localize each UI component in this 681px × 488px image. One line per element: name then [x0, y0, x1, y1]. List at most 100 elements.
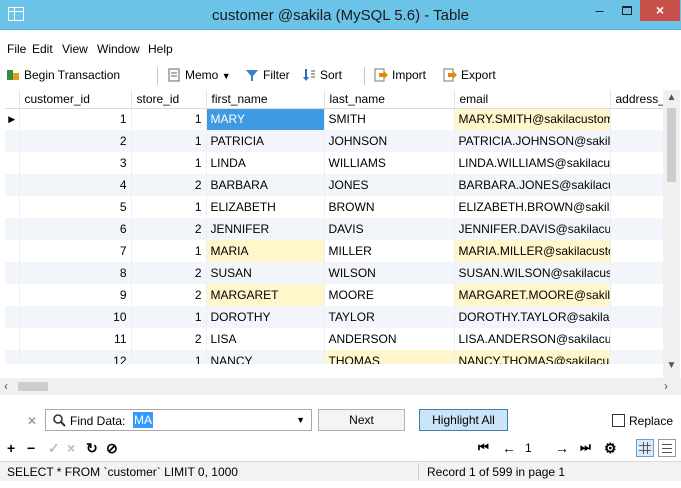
table-cell-first-name[interactable]: LINDA	[206, 152, 325, 174]
table-cell-email[interactable]: MARGARET.MOORE@sakila	[454, 284, 611, 306]
table-cell-last-name[interactable]: MOORE	[324, 284, 455, 306]
table-cell-first-name[interactable]: PATRICIA	[206, 130, 325, 152]
menu-window[interactable]: Window	[97, 42, 140, 56]
table-cell-first-name[interactable]: BARBARA	[206, 174, 325, 196]
table-cell-last-name[interactable]: BROWN	[324, 196, 455, 218]
table-cell-store-id[interactable]: 2	[131, 284, 207, 306]
table-cell-email[interactable]: SUSAN.WILSON@sakilacust	[454, 262, 611, 284]
grid-view-icon[interactable]	[636, 439, 654, 457]
table-cell-last-name[interactable]: WILSON	[324, 262, 455, 284]
menu-edit[interactable]: Edit	[32, 42, 53, 56]
replace-checkbox[interactable]: Replace	[612, 414, 673, 428]
table-cell-store-id[interactable]: 2	[131, 328, 207, 350]
first-page-icon[interactable]: ⏮	[478, 440, 489, 455]
table-cell-first-name[interactable]: LISA	[206, 328, 325, 350]
table-cell-last-name[interactable]: DAVIS	[324, 218, 455, 240]
scroll-left-icon[interactable]: ‹	[4, 379, 8, 393]
form-view-icon[interactable]	[658, 439, 676, 457]
table-cell-address-id[interactable]	[610, 350, 663, 364]
highlight-all-button[interactable]: Highlight All	[419, 409, 508, 431]
table-cell-customer-id[interactable]: 7	[19, 240, 132, 262]
table-cell-email[interactable]: LISA.ANDERSON@sakilacust	[454, 328, 611, 350]
discard-changes-icon[interactable]: ×	[67, 440, 75, 456]
row-header[interactable]	[5, 240, 20, 262]
table-cell-store-id[interactable]: 1	[131, 152, 207, 174]
close-button[interactable]: ×	[640, 0, 680, 21]
sort-button[interactable]: Sort	[302, 68, 342, 82]
table-cell-last-name[interactable]: ANDERSON	[324, 328, 455, 350]
table-row[interactable]: 7 1 MARIA MILLER MARIA.MILLER@sakilacusto	[5, 240, 663, 262]
table-cell-last-name[interactable]: JOHNSON	[324, 130, 455, 152]
column-header[interactable]: email	[454, 90, 611, 109]
table-cell-last-name[interactable]: WILLIAMS	[324, 152, 455, 174]
column-header[interactable]: customer_id	[19, 90, 132, 109]
table-row[interactable]: 2 1 PATRICIA JOHNSON PATRICIA.JOHNSON@sakila	[5, 130, 663, 152]
menu-file[interactable]: File	[7, 42, 26, 56]
apply-changes-icon[interactable]: ✓	[48, 440, 60, 457]
table-cell-store-id[interactable]: 1	[131, 108, 207, 130]
minimize-button[interactable]: –	[586, 0, 613, 21]
scrollbar-thumb[interactable]	[667, 108, 676, 182]
refresh-icon[interactable]: ↻	[86, 440, 98, 457]
table-cell-address-id[interactable]	[610, 328, 663, 350]
add-record-icon[interactable]: +	[7, 440, 15, 456]
scroll-up-icon[interactable]: ▲	[663, 92, 680, 103]
row-header[interactable]	[5, 174, 20, 196]
table-cell-store-id[interactable]: 2	[131, 174, 207, 196]
table-row[interactable]: 8 2 SUSAN WILSON SUSAN.WILSON@sakilacust	[5, 262, 663, 284]
table-cell-last-name[interactable]: THOMAS	[324, 350, 455, 364]
table-cell-address-id[interactable]	[610, 218, 663, 240]
table-cell-store-id[interactable]: 1	[131, 240, 207, 262]
table-cell-email[interactable]: MARIA.MILLER@sakilacusto	[454, 240, 611, 262]
table-cell-customer-id[interactable]: 2	[19, 130, 132, 152]
table-cell-first-name[interactable]: MARGARET	[206, 284, 325, 306]
table-cell-customer-id[interactable]: 6	[19, 218, 132, 240]
column-header[interactable]: last_name	[324, 90, 455, 109]
table-cell-address-id[interactable]	[610, 152, 663, 174]
find-input[interactable]: Find Data: MA ▼	[45, 409, 312, 431]
next-page-icon[interactable]: →	[555, 440, 569, 456]
table-cell-address-id[interactable]	[610, 306, 663, 328]
table-row[interactable]: ▶ 1 1 MARY SMITH MARY.SMITH@sakilacustom	[5, 108, 663, 130]
table-cell-store-id[interactable]: 2	[131, 262, 207, 284]
table-cell-first-name[interactable]: MARY	[206, 108, 325, 130]
table-cell-first-name[interactable]: DOROTHY	[206, 306, 325, 328]
horizontal-scrollbar[interactable]: ‹ ›	[0, 378, 681, 395]
scroll-right-icon[interactable]: ›	[664, 379, 668, 393]
table-row[interactable]: 10 1 DOROTHY TAYLOR DOROTHY.TAYLOR@sakilac	[5, 306, 663, 328]
table-cell-store-id[interactable]: 1	[131, 196, 207, 218]
table-cell-address-id[interactable]	[610, 130, 663, 152]
table-cell-store-id[interactable]: 1	[131, 130, 207, 152]
table-cell-email[interactable]: DOROTHY.TAYLOR@sakilac	[454, 306, 611, 328]
row-header[interactable]	[5, 350, 20, 364]
close-icon[interactable]: ✕	[27, 414, 37, 428]
table-cell-email[interactable]: LINDA.WILLIAMS@sakilacus	[454, 152, 611, 174]
table-row[interactable]: 4 2 BARBARA JONES BARBARA.JONES@sakilacust	[5, 174, 663, 196]
table-cell-customer-id[interactable]: 3	[19, 152, 132, 174]
scroll-down-icon[interactable]: ▼	[663, 360, 680, 371]
table-cell-customer-id[interactable]: 11	[19, 328, 132, 350]
table-cell-last-name[interactable]: MILLER	[324, 240, 455, 262]
import-button[interactable]: Import	[374, 68, 426, 82]
last-page-icon[interactable]: ⏭	[580, 440, 591, 455]
table-cell-customer-id[interactable]: 1	[19, 108, 132, 130]
row-header[interactable]	[5, 284, 20, 306]
table-cell-last-name[interactable]: TAYLOR	[324, 306, 455, 328]
memo-button[interactable]: Memo ▼	[167, 68, 231, 82]
stop-icon[interactable]: ⊘	[106, 440, 118, 457]
table-cell-customer-id[interactable]: 4	[19, 174, 132, 196]
previous-page-icon[interactable]: ←	[502, 440, 516, 456]
row-header[interactable]	[5, 218, 20, 240]
table-row[interactable]: 3 1 LINDA WILLIAMS LINDA.WILLIAMS@sakilacus	[5, 152, 663, 174]
chevron-down-icon[interactable]: ▼	[296, 415, 305, 425]
table-cell-first-name[interactable]: ELIZABETH	[206, 196, 325, 218]
settings-icon[interactable]: ⚙	[604, 440, 617, 457]
table-cell-address-id[interactable]	[610, 262, 663, 284]
table-cell-address-id[interactable]	[610, 196, 663, 218]
table-row[interactable]: 12 1 NANCY THOMAS NANCY.THOMAS@sakilacu	[5, 350, 663, 364]
column-header[interactable]: first_name	[206, 90, 325, 109]
table-cell-email[interactable]: ELIZABETH.BROWN@sakilac	[454, 196, 611, 218]
row-header[interactable]	[5, 196, 20, 218]
scrollbar-thumb[interactable]	[18, 382, 48, 391]
row-header[interactable]	[5, 130, 20, 152]
